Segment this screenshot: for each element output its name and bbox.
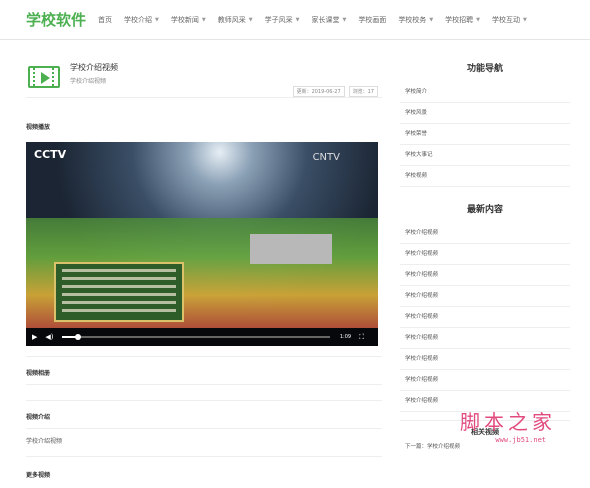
video-subtitle: 学校介绍视频 — [70, 78, 107, 85]
nav-item-0[interactable]: 首页 — [98, 15, 112, 25]
latest-list: 学校介绍视频 学校介绍视频 学校介绍视频 学校介绍视频 学校介绍视频 学校介绍视频 学校介绍… — [400, 223, 570, 412]
nav-item-label: 首页 — [98, 15, 113, 24]
divider — [26, 384, 382, 385]
channel-logo: CCTV — [34, 148, 67, 161]
nav-menu: 首页 学校介绍 ▼ 学校新闻 ▼ 教师风采 ▼ 学子风采 ▼ 家长课堂 ▼ 学校画面 学校校务 ▼ 学校招聘… — [98, 15, 539, 25]
nav-item-8[interactable]: 学校招聘 ▼ — [445, 15, 480, 25]
main-content: 学校介绍视频 学校介绍视频 更新：2019-06-27 浏览：17 视频播放 C… — [26, 56, 382, 479]
section-video-intro: 视频介绍 — [26, 414, 51, 421]
nav-item-label: 学校新闻 — [170, 15, 199, 24]
latest-item[interactable]: 学校介绍视频 — [400, 307, 570, 328]
time-display: 1:09 — [339, 334, 352, 340]
section-more-videos: 更多视频 — [26, 472, 51, 479]
divider — [26, 400, 382, 401]
video-film-icon — [28, 66, 60, 88]
channel-logo-right: CNTV — [312, 152, 340, 163]
latest-item[interactable]: 学校介绍视频 — [400, 370, 570, 391]
nav-item-label: 学校介绍 — [124, 15, 153, 24]
sidebar-nav-item[interactable]: 学校荣誉 — [400, 124, 570, 145]
video-intro-text: 学校介绍视频 — [26, 438, 63, 445]
latest-item[interactable]: 学校介绍视频 — [400, 286, 570, 307]
updated-date: 更新：2019-06-27 — [292, 86, 345, 97]
nav-item-label: 教师风采 — [217, 15, 246, 24]
nav-item-6[interactable]: 学校画面 — [358, 15, 386, 25]
chevron-down-icon: ▼ — [429, 16, 434, 23]
nav-item-label: 学校校务 — [398, 15, 427, 24]
sidebar-nav-item[interactable]: 学校简介 — [400, 82, 570, 103]
top-nav: 学校软件 首页 学校介绍 ▼ 学校新闻 ▼ 教师风采 ▼ 学子风采 ▼ 家长课堂 ▼ 学校画面 学校校务… — [0, 0, 590, 40]
latest-box-title: 最新内容 — [466, 205, 503, 215]
chevron-down-icon: ▼ — [248, 16, 253, 23]
video-title: 学校介绍视频 — [70, 63, 118, 72]
latest-item[interactable]: 学校介绍视频 — [400, 244, 570, 265]
divider — [26, 456, 382, 457]
function-nav-list: 学校简介 学校风景 学校荣誉 学校大事记 学校视频 — [400, 82, 570, 187]
chevron-down-icon: ▼ — [523, 16, 527, 23]
sidebar-nav-item[interactable]: 学校视频 — [400, 166, 570, 187]
chevron-down-icon: ▼ — [201, 16, 206, 23]
play-icon[interactable]: ▶ — [32, 333, 37, 341]
fullscreen-icon[interactable]: ⛶ — [359, 333, 364, 342]
watermark-url: www.jb51.net — [495, 436, 546, 444]
player-controls: ▶ ◀) 1:09 ⛶ — [26, 328, 378, 346]
chevron-down-icon: ▼ — [476, 16, 481, 23]
nav-item-2[interactable]: 学校新闻 ▼ — [171, 15, 206, 25]
chevron-down-icon: ▼ — [295, 16, 300, 23]
chevron-down-icon: ▼ — [155, 16, 159, 23]
nav-item-label: 学校招聘 — [445, 15, 474, 24]
latest-item[interactable]: 学校介绍视频 — [400, 223, 570, 244]
site-logo[interactable]: 学校软件 — [26, 9, 86, 30]
video-header: 学校介绍视频 学校介绍视频 更新：2019-06-27 浏览：17 — [26, 56, 382, 98]
sidebar-nav-item[interactable]: 学校风景 — [400, 103, 570, 124]
latest-item[interactable]: 学校介绍视频 — [400, 328, 570, 349]
chevron-down-icon: ▼ — [342, 16, 347, 23]
nav-box-title: 功能导航 — [466, 64, 503, 74]
nav-item-label: 学子风采 — [264, 15, 293, 24]
nav-item-5[interactable]: 家长课堂 ▼ — [311, 15, 346, 25]
site-watermark: 脚本之家 — [460, 410, 556, 434]
nav-item-label: 家长课堂 — [311, 15, 340, 24]
nav-item-7[interactable]: 学校校务 ▼ — [398, 15, 433, 25]
progress-bar[interactable] — [61, 334, 330, 340]
redacted-box — [250, 234, 332, 264]
volume-icon[interactable]: ◀) — [45, 333, 53, 341]
latest-item[interactable]: 学校介绍视频 — [400, 349, 570, 370]
nav-item-1[interactable]: 学校介绍 ▼ — [124, 15, 159, 25]
section-video-album: 视频相册 — [26, 370, 51, 377]
video-meta: 更新：2019-06-27 浏览：17 — [292, 86, 378, 97]
section-video-play: 视频播放 — [26, 124, 51, 131]
nav-item-label: 学校画面 — [358, 15, 387, 24]
divider — [26, 428, 382, 429]
video-player[interactable]: CCTV CNTV ▶ ◀) 1:09 ⛶ — [26, 142, 378, 346]
nav-item-3[interactable]: 教师风采 ▼ — [218, 15, 253, 25]
video-sign — [54, 262, 184, 322]
sidebar-nav-item[interactable]: 学校大事记 — [400, 145, 570, 166]
latest-item[interactable]: 学校介绍视频 — [400, 265, 570, 286]
nav-item-9[interactable]: 学校互动 ▼ — [492, 15, 527, 25]
progress-handle[interactable] — [74, 334, 81, 340]
sidebar: 功能导航 学校简介 学校风景 学校荣誉 学校大事记 学校视频 最新内容 学校介绍视频 学校… — [400, 56, 570, 450]
nav-item-label: 学校互动 — [492, 15, 521, 24]
view-count: 浏览：17 — [348, 86, 378, 97]
nav-item-4[interactable]: 学子风采 ▼ — [265, 15, 300, 25]
divider — [26, 356, 382, 357]
